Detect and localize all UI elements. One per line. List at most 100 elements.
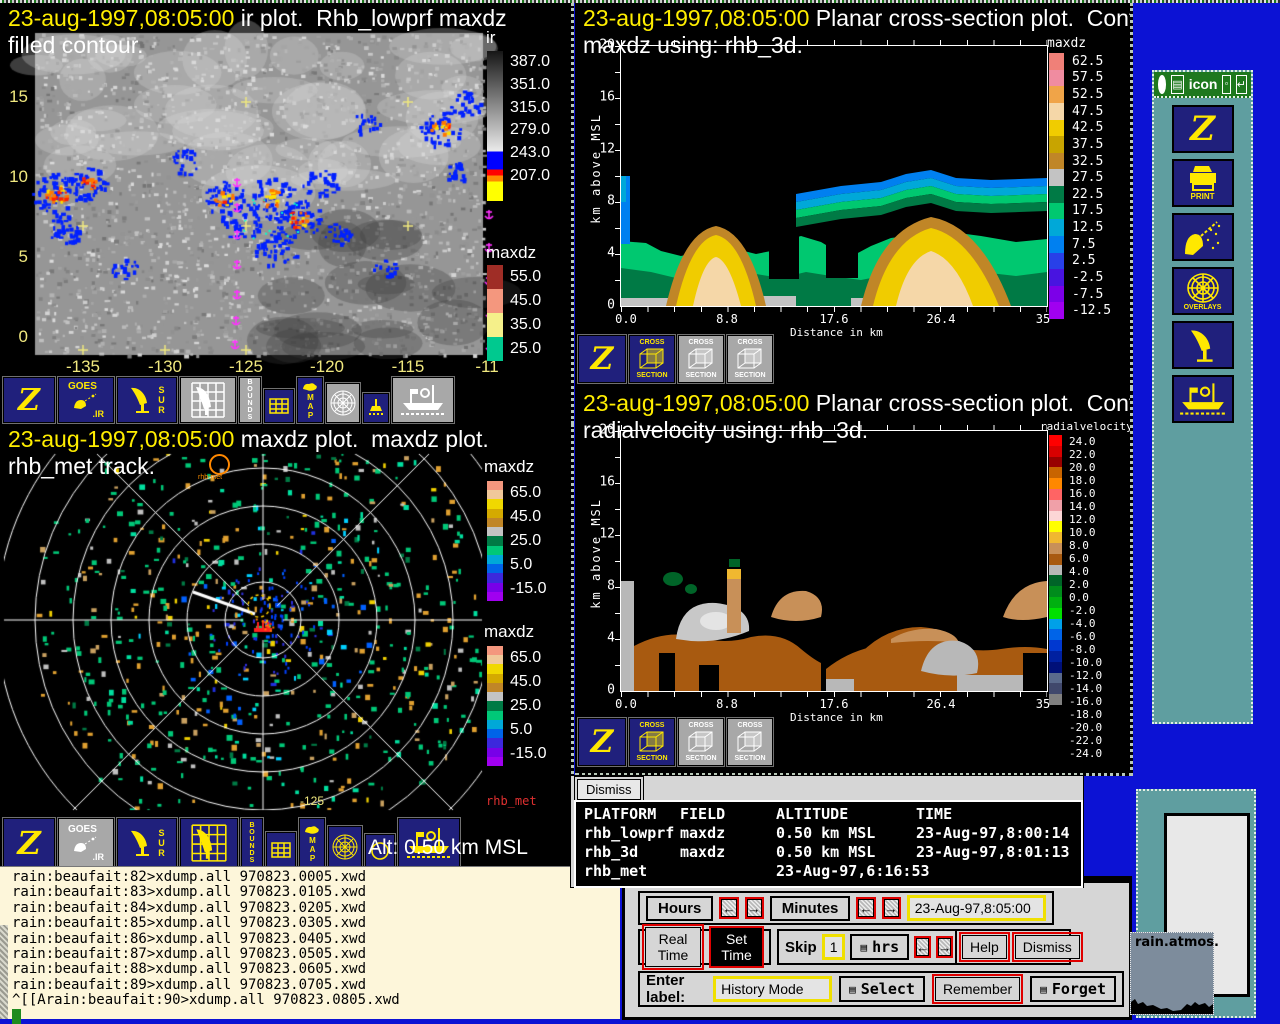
bounds-button[interactable]: BOUNDS [241,818,263,868]
colorbar-label: -8.0 [1069,643,1102,656]
cross-section-button[interactable]: CROSS SECTION [678,718,724,766]
skip-back-button[interactable]: ← [914,936,931,958]
colorbar-label: 5.0 [510,718,546,742]
colorbar-label: 5.0 [510,553,546,577]
colorbar-label: 62.5 [1072,53,1111,70]
goes-spray-button[interactable] [1172,213,1234,261]
grid-button[interactable] [266,832,296,868]
buoy-button[interactable] [363,393,389,423]
satellite-spray-icon [1183,218,1223,256]
colorbar-swatch [487,729,503,738]
help-row: Help Dismiss [955,929,1071,965]
hours-button[interactable]: Hours [646,896,713,921]
colorbar-swatch [1049,608,1062,619]
remember-button[interactable]: Remember [935,977,1020,1001]
print-button[interactable]: PRINT [1172,159,1234,207]
surveillance-button[interactable]: SUR [117,818,177,868]
radar-dish-button[interactable] [1172,321,1234,369]
polar-grid-button[interactable] [328,826,362,868]
zeb-logo-button[interactable]: Z [1172,105,1234,153]
iconify-button[interactable]: ↵ [1236,75,1247,94]
colorbar-swatch [1049,103,1064,120]
colorbar-swatch [1049,554,1062,565]
cross-section-button[interactable]: CROSS SECTION [727,718,773,766]
menu-icon: ▤ [860,942,867,953]
bounds-button[interactable]: BOUNDS [239,377,261,423]
maxdz-colorbar [1049,53,1064,319]
cube-icon [686,346,716,372]
zeb-logo-button[interactable]: Z [3,377,55,423]
zeb-logo-button[interactable]: Z [578,718,626,766]
scrollbar-thumb[interactable] [0,925,8,1019]
map-button[interactable]: MAP [299,818,325,868]
dismiss-button[interactable]: Dismiss [1015,935,1080,959]
cross-section-button[interactable]: CROSS SECTION [727,335,773,383]
ir-window-subtitle: filled contour. [8,32,144,59]
dismiss-button[interactable]: Dismiss [577,779,641,800]
select-menu-button[interactable]: ▤Select [839,976,925,1002]
ship-icon [1178,381,1228,417]
cross-section-button-active[interactable]: CROSS SECTION [629,718,675,766]
polar-grid-button[interactable] [326,383,360,423]
map-icon [303,824,321,836]
colorbar-label: 351.0 [510,74,550,97]
ship-button[interactable] [392,377,454,423]
grid-radar-button[interactable] [180,818,238,868]
minutes-forward-button[interactable]: → [882,897,901,919]
map-button[interactable]: MAP [297,377,323,423]
rain-atmos-icon-window[interactable]: rain.atmos. [1130,932,1214,1015]
station-marker [209,454,230,475]
colorbar-swatch [1049,286,1064,303]
window-menu-button[interactable] [1158,75,1166,94]
cross-section-button[interactable]: CROSS SECTION [678,335,724,383]
load-histogram [1131,994,1213,1014]
y-tick: 10 [2,167,28,187]
desktop: 23-aug-1997,08:05:00 ir plot. Rhb_lowprf… [0,0,1280,1024]
colorbar-label: 0.0 [1069,591,1102,604]
colorbar-swatch [487,674,503,683]
xsect-title: 23-aug-1997,08:05:00 Planar cross-sectio… [583,390,1133,417]
skip-field[interactable]: 1 [822,934,846,960]
zeb-logo-button[interactable]: Z [3,818,55,868]
colorbar-swatch [487,757,503,766]
grid-radar-button[interactable] [180,377,236,423]
zeb-logo-button[interactable]: Z [578,335,626,383]
forget-menu-button[interactable]: ▤Forget [1030,976,1116,1002]
radar-dish-icon [129,827,153,859]
cross-section-button-active[interactable]: CROSS SECTION [629,335,675,383]
colorbar-label: -10.0 [1069,656,1102,669]
colorbar-swatch [487,748,503,757]
help-button[interactable]: Help [962,935,1007,959]
colorbar-label: -18.0 [1069,708,1102,721]
time-field[interactable]: 23-Aug-97,8:05:00 [907,895,1046,921]
grid-button[interactable] [264,389,294,423]
altitude-label: Alt: 0.50 km MSL [368,836,528,860]
colorbar-label: 35.0 [510,313,541,337]
goes-ir-button[interactable]: GOES .IR [58,818,114,868]
skip-forward-button[interactable]: → [936,936,953,958]
surveillance-button[interactable]: SUR [117,377,177,423]
real-time-button[interactable]: Real Time [645,927,701,967]
goes-ir-button[interactable]: GOES .IR [58,377,114,423]
units-menu-button[interactable]: ▤hrs [850,934,909,960]
set-time-button[interactable]: Set Time [709,926,764,968]
ship-button[interactable] [1172,375,1234,423]
icon-panel-body: Z PRINT OVERLAYS [1154,98,1251,423]
label-field[interactable]: History Mode [713,976,832,1002]
terminal-scrollbar[interactable] [0,867,8,1019]
right-arrow-icon: → [938,941,951,954]
colorbar-swatch [1049,446,1062,457]
overlays-button[interactable]: OVERLAYS [1172,267,1234,315]
minutes-button[interactable]: Minutes [770,896,851,921]
map-label: MAP [306,393,314,420]
buoy-icon [368,398,384,418]
minutes-back-button[interactable]: ← [856,897,875,919]
document-icon[interactable]: ▤ [1171,75,1183,94]
colorbar-swatch [1049,532,1062,543]
hours-forward-button[interactable]: → [745,897,764,919]
colorbar-label: 65.0 [510,481,546,505]
minimize-button[interactable]: ◦ [1222,75,1230,94]
colorbar-swatch [1049,136,1064,153]
colorbar-swatch [1049,478,1062,489]
hours-back-button[interactable]: ← [719,897,738,919]
